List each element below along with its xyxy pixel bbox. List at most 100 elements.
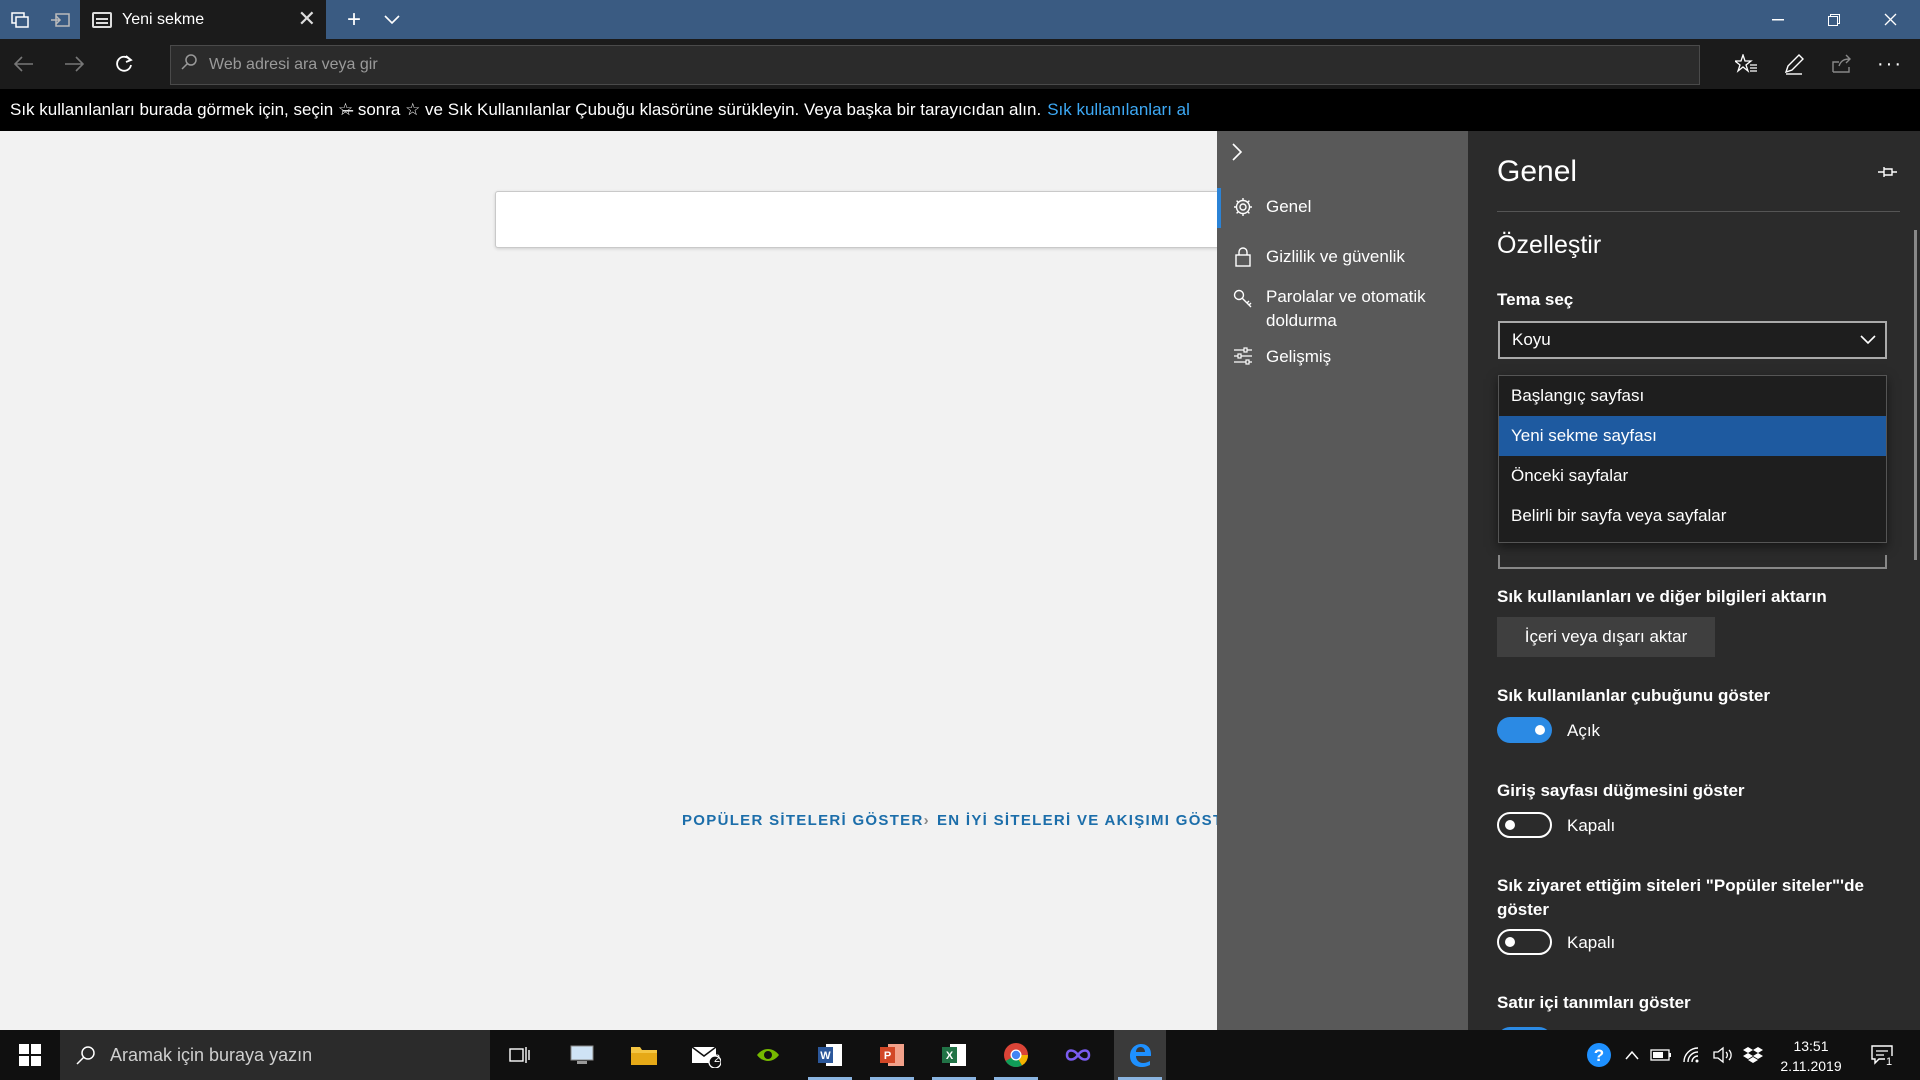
- tab-list-icon[interactable]: [0, 0, 40, 39]
- hub-item-passwords[interactable]: Parolalar ve otomatik doldurma: [1217, 285, 1468, 333]
- share-icon[interactable]: [1820, 47, 1864, 81]
- title-bar: Yeni sekme ✕ +: [0, 0, 1920, 39]
- tab-active[interactable]: Yeni sekme ✕: [80, 0, 326, 39]
- svg-text:?: ?: [1594, 1046, 1604, 1065]
- chevron-right-icon: ›: [923, 812, 930, 829]
- open-with-select[interactable]: [1498, 555, 1887, 569]
- favbar-toggle-label: Sık kullanılanlar çubuğunu göster: [1497, 686, 1770, 705]
- collapse-chevron-icon[interactable]: [1231, 143, 1243, 167]
- task-view-icon[interactable]: [494, 1030, 546, 1080]
- svg-text:W: W: [820, 1050, 831, 1062]
- favorites-info-bar: Sık kullanılanları burada görmek için, s…: [0, 89, 1920, 131]
- restore-icon[interactable]: [1806, 0, 1862, 39]
- hub-item-privacy[interactable]: Gizlilik ve güvenlik: [1217, 247, 1468, 267]
- back-arrow-icon[interactable]: [4, 47, 44, 81]
- sliders-icon: [1230, 347, 1256, 365]
- option-new-tab-page[interactable]: Yeni sekme sayfası: [1499, 416, 1886, 456]
- home-button-toggle-state: Kapalı: [1567, 816, 1616, 835]
- excel-icon[interactable]: X: [928, 1030, 980, 1080]
- pen-icon[interactable]: [1772, 47, 1816, 81]
- clock[interactable]: 13:51 2.11.2019: [1766, 1036, 1856, 1076]
- hub-item-general[interactable]: Genel: [1217, 188, 1468, 228]
- pin-icon[interactable]: [1876, 161, 1898, 183]
- address-bar[interactable]: [170, 45, 1700, 85]
- show-top-sites-feed-link[interactable]: EN İYİ SİTELERİ VE AKIŞIMI GÖSTE: [937, 812, 1235, 829]
- help-icon[interactable]: ?: [1584, 1030, 1614, 1080]
- battery-icon[interactable]: [1648, 1030, 1674, 1080]
- hub-item-advanced[interactable]: Gelişmiş: [1217, 347, 1468, 367]
- hub-item-label: Genel: [1266, 197, 1312, 216]
- popular-sites-label: Sık ziyaret ettiğim siteleri "Popüler si…: [1497, 876, 1864, 919]
- page-search-box[interactable]: [495, 191, 1235, 248]
- home-button-toggle[interactable]: [1497, 812, 1552, 838]
- section-customize: Özelleştir: [1497, 231, 1602, 259]
- close-window-icon[interactable]: [1862, 0, 1918, 39]
- favbar-toggle-state: Açık: [1567, 721, 1601, 740]
- windows-logo-icon: [19, 1044, 41, 1066]
- taskbar-search[interactable]: [60, 1030, 490, 1080]
- address-input[interactable]: [209, 46, 1609, 84]
- new-tab-page: POPÜLER SİTELERİ GÖSTER› EN İYİ SİTELERİ…: [0, 131, 1235, 1030]
- new-tab-icon[interactable]: +: [334, 0, 374, 39]
- nvidia-icon[interactable]: [742, 1030, 794, 1080]
- settings-title: Genel: [1497, 155, 1578, 188]
- option-specific-pages[interactable]: Belirli bir sayfa veya sayfalar: [1499, 496, 1886, 536]
- dropbox-icon[interactable]: [1740, 1030, 1766, 1080]
- volume-icon[interactable]: [1710, 1030, 1736, 1080]
- settings-hub-nav: Genel Gizlilik ve güvenlik Parolalar ve …: [1217, 131, 1468, 1030]
- taskbar: 2 W P X ? 13:51 2.11.2019 1: [0, 1030, 1920, 1080]
- notification-count: 1: [1885, 1056, 1894, 1068]
- tab-favicon-icon: [92, 11, 112, 28]
- chrome-icon[interactable]: [990, 1030, 1042, 1080]
- more-menu-icon[interactable]: ···: [1868, 47, 1912, 81]
- search-icon: [76, 1046, 95, 1065]
- theme-select[interactable]: Koyu: [1498, 321, 1887, 359]
- popular-sites-toggle[interactable]: [1497, 929, 1552, 955]
- theme-value: Koyu: [1512, 330, 1551, 349]
- popular-sites-toggle-state: Kapalı: [1567, 933, 1616, 952]
- word-icon[interactable]: W: [804, 1030, 856, 1080]
- favbar-text: Sık kullanılanları burada görmek için, s…: [10, 100, 1042, 119]
- settings-scrollbar[interactable]: [1914, 230, 1917, 560]
- forward-arrow-icon[interactable]: [54, 47, 94, 81]
- favorites-icon[interactable]: [1724, 47, 1768, 81]
- show-hidden-icons-icon[interactable]: [1620, 1030, 1644, 1080]
- favbar-toggle[interactable]: [1497, 717, 1552, 743]
- notification-center-icon[interactable]: 1: [1862, 1030, 1902, 1080]
- import-export-button[interactable]: İçeri veya dışarı aktar: [1497, 617, 1715, 657]
- hub-item-label: Gelişmiş: [1266, 347, 1332, 366]
- powerpoint-icon[interactable]: P: [866, 1030, 918, 1080]
- show-popular-sites-link[interactable]: POPÜLER SİTELERİ GÖSTER›: [682, 812, 930, 829]
- clock-time: 13:51: [1793, 1038, 1829, 1054]
- clock-date: 2.11.2019: [1780, 1058, 1842, 1074]
- hub-item-label: Gizlilik ve güvenlik: [1266, 247, 1405, 266]
- edge-icon[interactable]: [1114, 1030, 1166, 1080]
- theme-label: Tema seç: [1497, 290, 1574, 309]
- navigation-bar: ···: [0, 39, 1920, 89]
- chevron-down-icon: [1860, 335, 1876, 345]
- open-with-dropdown: Başlangıç sayfası Yeni sekme sayfası Önc…: [1498, 375, 1887, 543]
- option-previous-pages[interactable]: Önceki sayfalar: [1499, 456, 1886, 496]
- taskbar-search-input[interactable]: [110, 1044, 470, 1066]
- home-button-label: Giriş sayfası düğmesini göster: [1497, 781, 1745, 800]
- infinity-app-icon[interactable]: [1052, 1030, 1104, 1080]
- file-explorer-icon[interactable]: [618, 1030, 670, 1080]
- set-aside-tabs-icon[interactable]: [40, 0, 80, 39]
- svg-text:P: P: [884, 1050, 891, 1062]
- start-button[interactable]: [0, 1030, 60, 1080]
- divider: [1497, 211, 1900, 212]
- search-icon: [181, 54, 197, 70]
- hub-item-label: Parolalar ve otomatik doldurma: [1266, 287, 1426, 330]
- minimize-icon[interactable]: [1750, 0, 1806, 39]
- gear-icon: [1230, 197, 1256, 217]
- get-favorites-link[interactable]: Sık kullanılanları al: [1047, 100, 1190, 120]
- option-start-page[interactable]: Başlangıç sayfası: [1499, 376, 1886, 416]
- import-label: Sık kullanılanları ve diğer bilgileri ak…: [1497, 587, 1827, 606]
- tab-close-icon[interactable]: ✕: [298, 6, 316, 32]
- refresh-icon[interactable]: [104, 47, 144, 81]
- tab-preview-chevron-icon[interactable]: [372, 0, 412, 39]
- wifi-icon[interactable]: [1680, 1030, 1706, 1080]
- settings-panel: Genel Özelleştir Tema seç Koyu Başlangıç…: [1468, 131, 1920, 1030]
- mail-icon[interactable]: 2: [680, 1030, 732, 1080]
- explorer-pc-icon[interactable]: [556, 1030, 608, 1080]
